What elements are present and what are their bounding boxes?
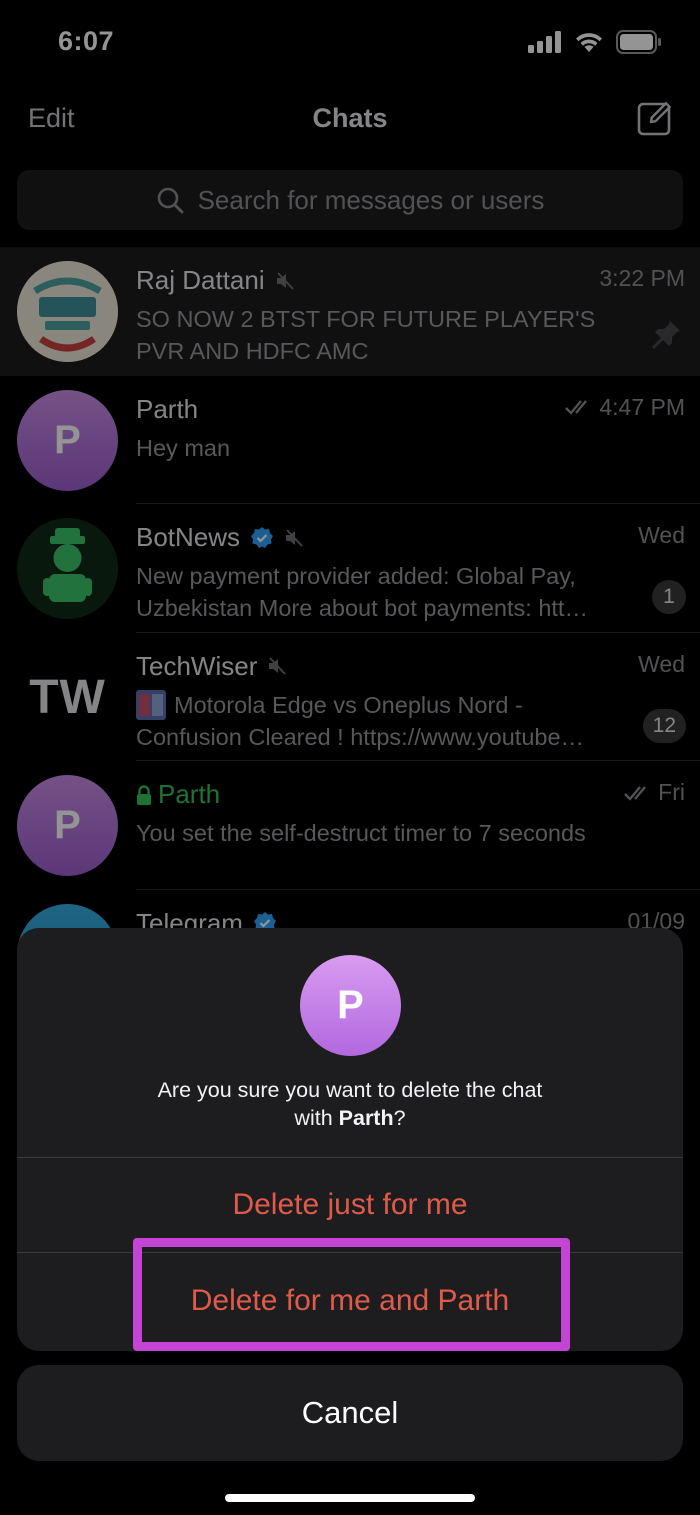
confirmation-text: Are you sure you want to delete the chat [157, 1078, 543, 1102]
confirmation-text: with [294, 1106, 333, 1130]
highlight-box [133, 1238, 570, 1351]
avatar: P [300, 955, 401, 1056]
home-indicator[interactable] [225, 1494, 475, 1502]
confirmation-text: ? [393, 1106, 406, 1130]
confirmation-contact-name: Parth [338, 1106, 394, 1130]
cancel-button[interactable]: Cancel [17, 1365, 683, 1461]
delete-just-for-me-button[interactable]: Delete just for me [17, 1188, 683, 1222]
confirmation-message: Are you sure you want to delete the chat… [57, 1076, 643, 1132]
divider [17, 1157, 683, 1158]
